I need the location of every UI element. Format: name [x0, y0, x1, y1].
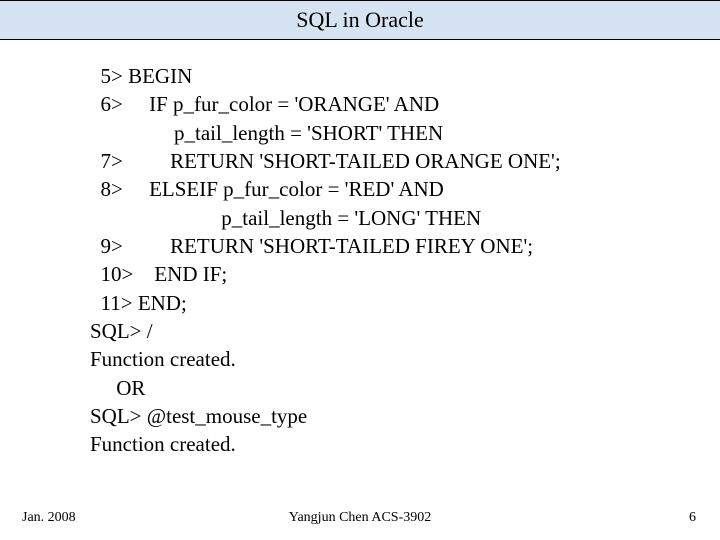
slide-title: SQL in Oracle: [296, 7, 423, 33]
slide-title-bar: SQL in Oracle: [0, 0, 720, 40]
slide-number: 6: [689, 510, 696, 526]
code-block: 5> BEGIN 6> IF p_fur_color = 'ORANGE' AN…: [0, 40, 720, 459]
footer-author-course: Yangjun Chen ACS-3902: [0, 510, 720, 526]
